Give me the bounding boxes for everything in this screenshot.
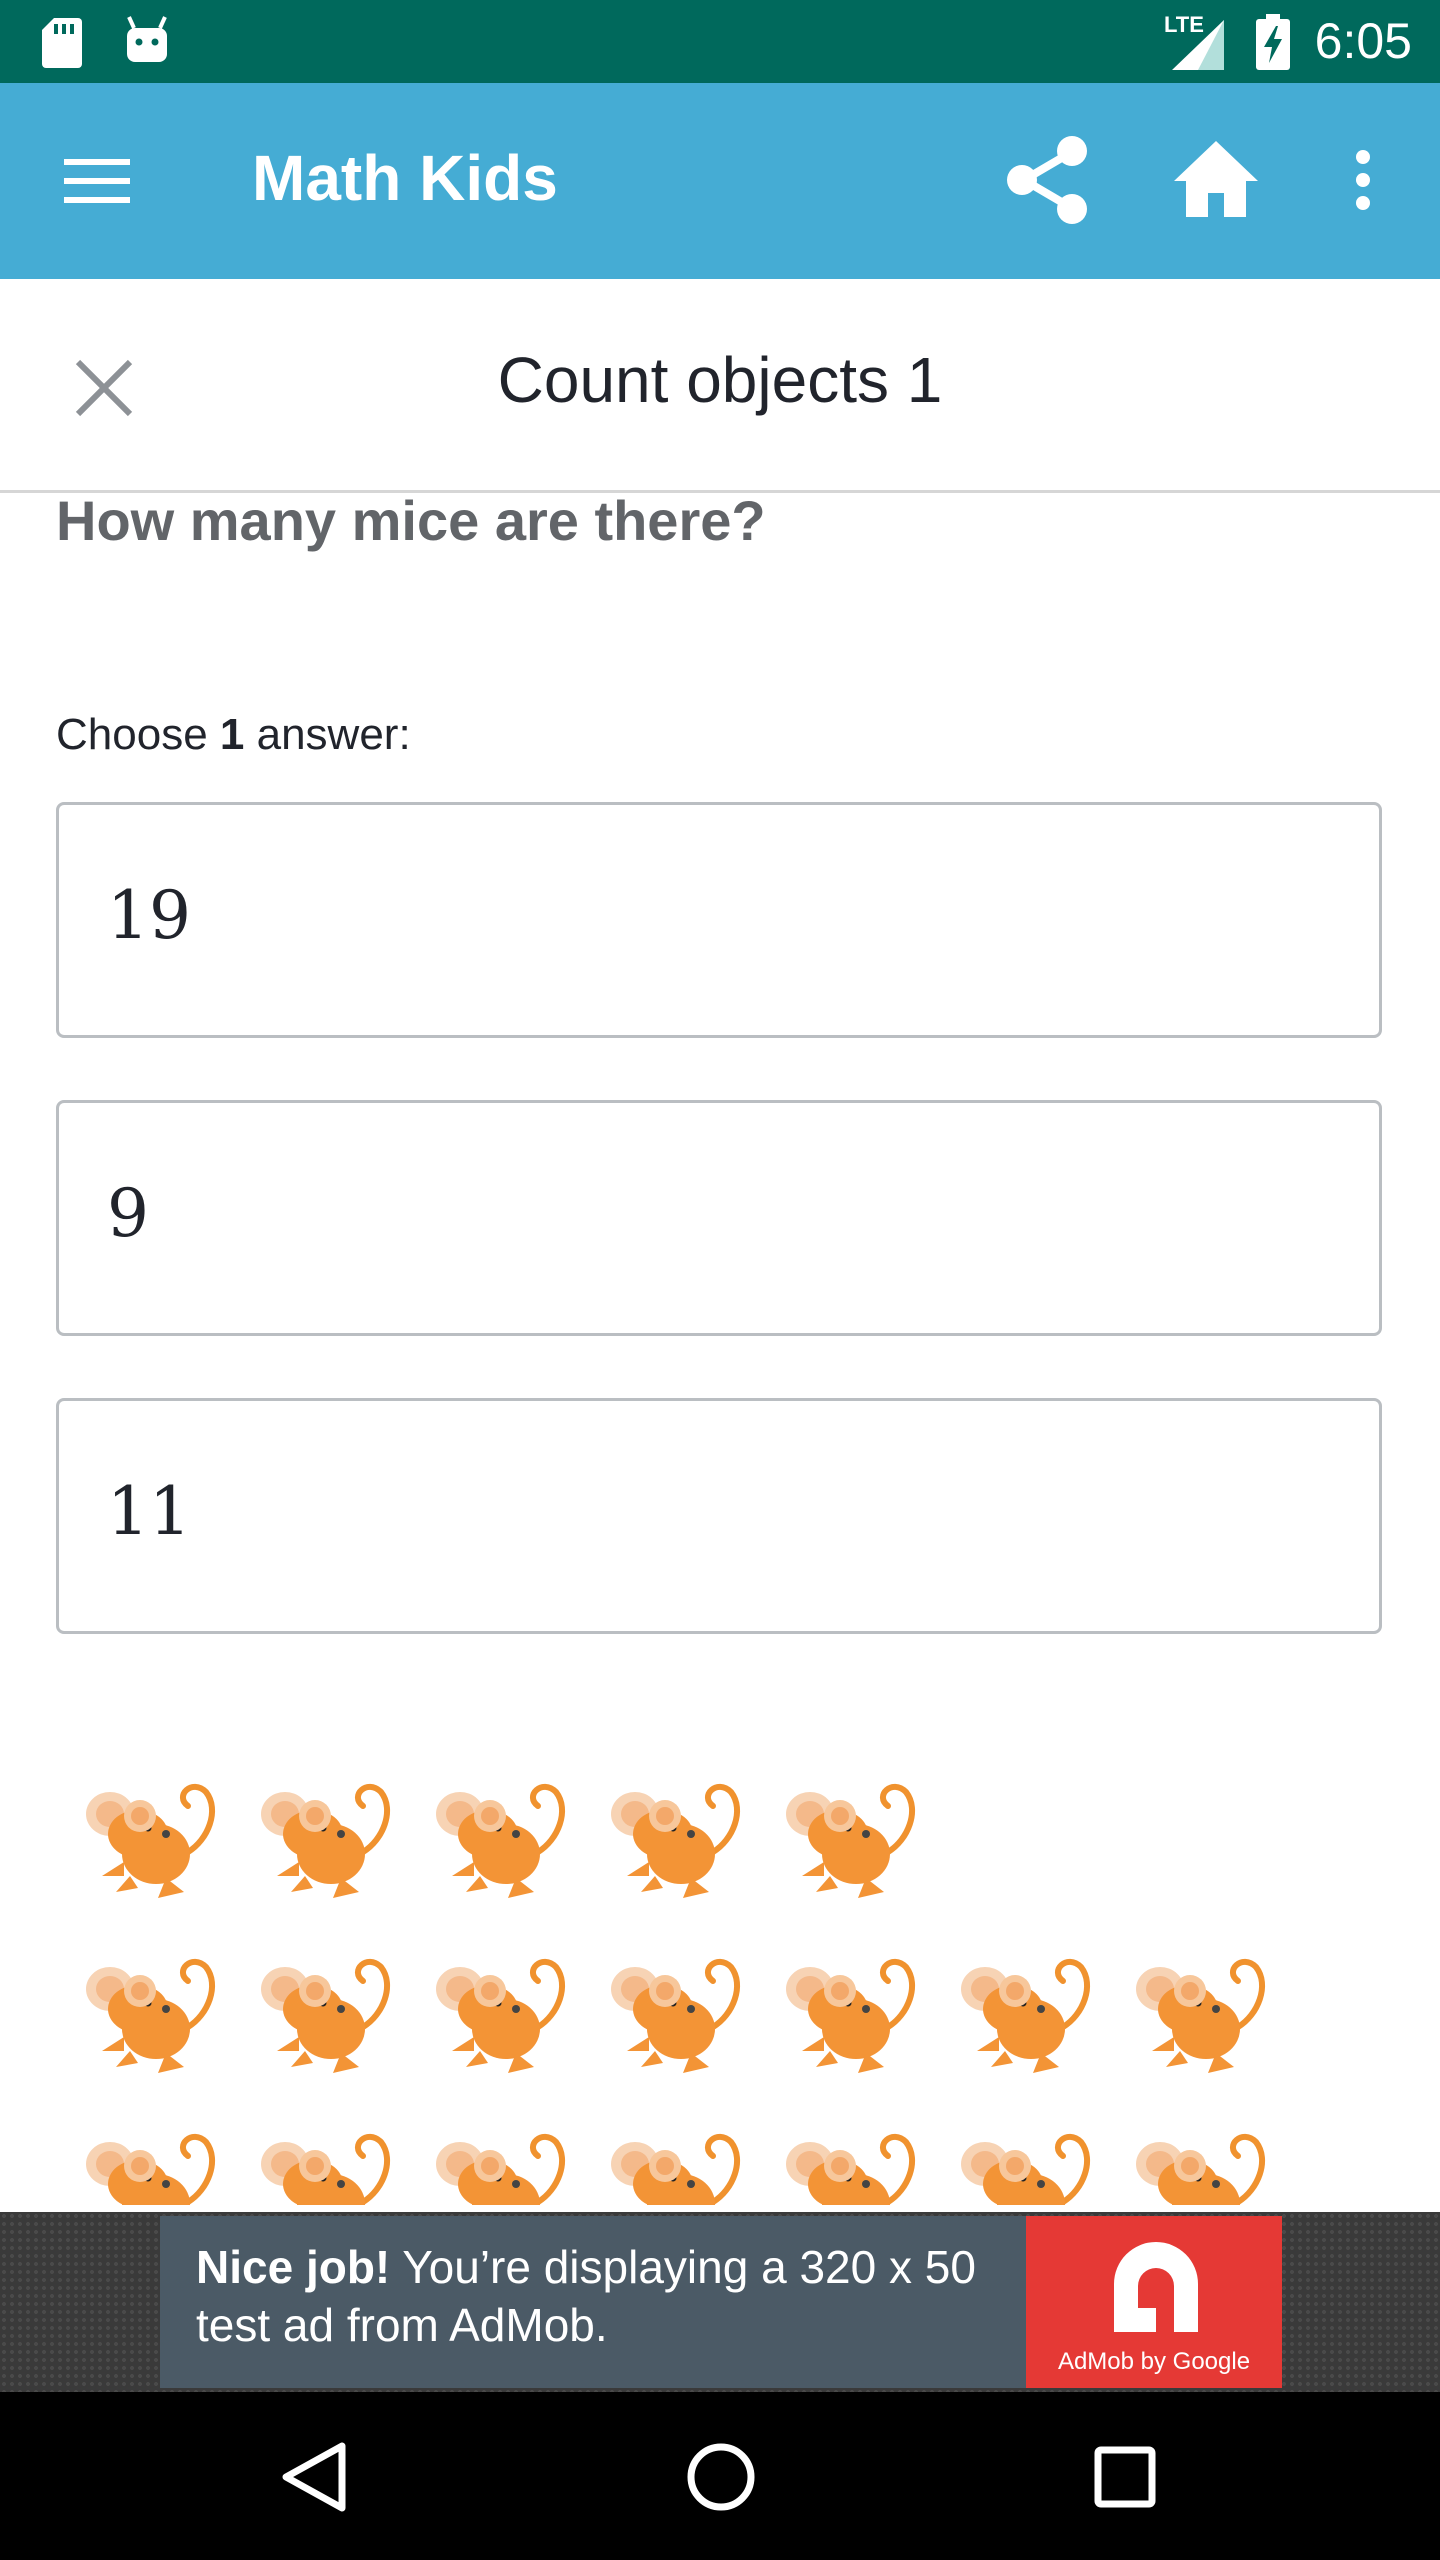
mouse-image [261,2133,390,2205]
menu-icon[interactable] [62,153,132,209]
clock: 6:05 [1314,13,1412,69]
mouse-image [611,2133,740,2205]
mouse-image [436,1783,565,1898]
mouse-image [1136,2133,1265,2205]
mouse-image [436,1958,565,2073]
app-bar: Math Kids [0,83,1440,279]
recents-icon[interactable] [1080,2432,1170,2522]
admob-mark-icon [1114,2242,1198,2332]
answer-option[interactable]: 9 [56,1100,1382,1336]
more-vert-icon[interactable] [1350,149,1376,211]
choose-suffix: answer: [244,710,411,759]
status-bar: LTE 6:05 [0,0,1440,83]
android-icon [127,16,167,62]
mouse-image [786,1783,915,1898]
app-title: Math Kids [252,142,558,214]
mouse-image [86,1783,215,1898]
signal-icon [1172,20,1224,70]
mouse-image [786,2133,915,2205]
mouse-image [786,1958,915,2073]
ad-banner[interactable]: Nice job! You’re displaying a 320 x 50 t… [0,2212,1440,2392]
ad-content[interactable]: Nice job! You’re displaying a 320 x 50 t… [160,2216,1026,2388]
mouse-image [261,1783,390,1898]
mice-picture [80,1780,1380,2205]
choose-instruction: Choose 1 answer: [56,710,411,760]
share-icon[interactable] [1006,135,1090,225]
ad-text: Nice job! You’re displaying a 320 x 50 t… [196,2238,1016,2354]
answer-option[interactable]: 19 [56,802,1382,1038]
mouse-image [1136,1958,1265,2073]
exercise-header: Count objects 1 [0,279,1440,493]
answer-value: 9 [107,1175,149,1252]
mouse-image [261,1958,390,2073]
admob-logo[interactable]: AdMob by Google [1026,2216,1282,2388]
mouse-image [611,1783,740,1898]
home-circle-icon[interactable] [676,2432,766,2522]
home-icon[interactable] [1172,139,1260,219]
back-icon[interactable] [270,2432,360,2522]
battery-charging-icon [1256,14,1290,70]
choose-count: 1 [219,710,245,759]
question-text: How many mice are there? [56,489,766,552]
navigation-bar [0,2392,1440,2560]
mouse-image [961,1958,1090,2073]
mouse-image [86,1958,215,2073]
choose-prefix: Choose [56,710,220,759]
mouse-image [961,2133,1090,2205]
answer-value: 19 [107,877,191,954]
admob-logo-text: AdMob by Google [1057,2348,1251,2375]
exercise-title: Count objects 1 [497,344,943,416]
mouse-image [611,1958,740,2073]
ad-bold-text: Nice job! [196,2241,391,2293]
mouse-image [436,2133,565,2205]
answer-value: 11 [107,1473,191,1550]
mouse-image [86,2133,215,2205]
answer-option[interactable]: 11 [56,1398,1382,1634]
sd-card-icon [42,18,82,68]
